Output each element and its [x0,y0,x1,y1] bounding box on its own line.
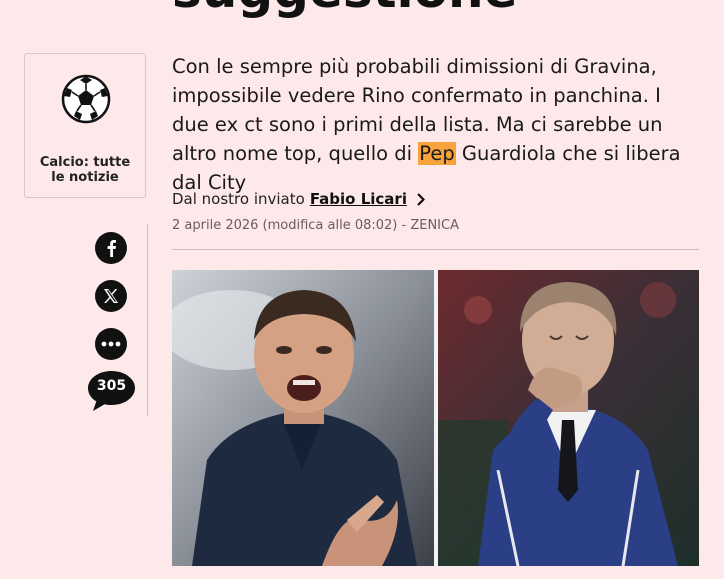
category-label: Calcio: tutte le notizie [39,155,131,185]
share-facebook-button[interactable] [95,232,127,264]
article-photo [172,270,699,566]
more-icon [101,341,121,347]
soccer-ball-icon [61,74,111,124]
article-summary: Con le sempre più probabili dimissioni d… [172,52,702,197]
header-divider [172,249,699,250]
comments-count: 305 [96,378,127,394]
byline-prefix: Dal nostro inviato [172,190,305,208]
article-headline: suggestione [172,0,518,20]
social-divider [147,224,148,416]
share-more-button[interactable] [95,328,127,360]
author-link[interactable]: Fabio Licari [310,190,407,208]
photo-right-coach [438,270,699,566]
comments-button[interactable]: 305 [87,370,136,412]
highlighted-term: Pep [418,142,456,165]
facebook-icon [107,240,116,257]
share-x-button[interactable] [95,280,127,312]
chevron-right-icon[interactable] [416,192,425,206]
article-dateline: 2 aprile 2026 (modifica alle 08:02) - ZE… [172,218,459,233]
byline: Dal nostro inviato Fabio Licari [172,190,425,208]
photo-left-coach [172,270,434,566]
x-icon [104,289,118,303]
category-link-calcio[interactable]: Calcio: tutte le notizie [24,53,146,198]
